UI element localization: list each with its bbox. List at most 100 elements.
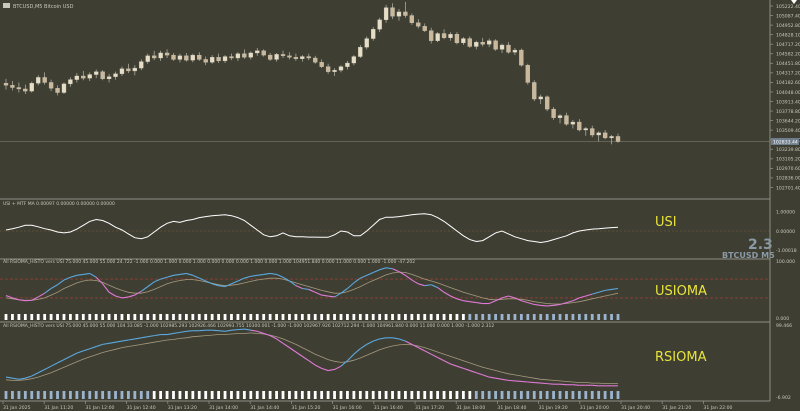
rsioma-histo-bar — [423, 391, 427, 399]
usi-tick-label: -1.00018 — [776, 248, 797, 254]
candle — [61, 82, 67, 94]
candle-body — [106, 76, 112, 80]
usioma-histo-bar — [30, 314, 34, 320]
rsioma-histo-bar — [545, 391, 549, 399]
usioma-histo-bar — [11, 314, 14, 320]
rsioma-histo-bar — [191, 391, 195, 399]
usioma-histo-bar — [75, 314, 79, 320]
candle-body — [10, 85, 15, 88]
usioma-histo-bar — [468, 314, 472, 320]
price-tick-label: 103509.40 — [776, 128, 800, 134]
candle — [544, 95, 550, 112]
rsioma-histo-bar — [49, 391, 53, 399]
time-tick-label: 31 Jan 11:20 — [44, 405, 73, 411]
rsioma-line-segment — [508, 379, 515, 382]
time-tick-label: 31 Jan 20:00 — [580, 405, 609, 411]
candle-body — [564, 115, 569, 125]
candle-body — [435, 33, 440, 41]
rsioma-histo-bar — [384, 391, 388, 399]
candle-body — [313, 57, 318, 63]
trading-chart[interactable]: BTCUSD,M5 Bitcoin USD 105222.40 105087.40… — [0, 0, 800, 411]
usioma-histo-bar — [69, 314, 72, 320]
rsioma-histo-bar — [616, 391, 620, 399]
usioma-histo-bar — [397, 314, 401, 320]
candle-body — [139, 61, 144, 69]
candle-body — [36, 77, 41, 84]
usioma-histo-bar — [114, 314, 117, 320]
rsioma-histo-bar — [62, 391, 66, 399]
rsioma-histo-bar — [584, 391, 588, 399]
rsioma-histo-bar — [339, 391, 343, 399]
price-tick-label: 103778.80 — [776, 109, 800, 115]
candle-body — [81, 75, 86, 79]
rsioma-histo-bar — [230, 391, 233, 399]
usioma-histo-bar — [391, 314, 394, 320]
rsioma-histo-bar — [577, 391, 581, 399]
price-tick-label: 102970.60 — [776, 166, 800, 172]
candle-body — [557, 115, 563, 118]
rsioma-histo-bar — [346, 391, 349, 399]
rsioma-histo-bar — [552, 391, 555, 399]
symbol-line: BTCUSD,M5 Bitcoin USD — [13, 4, 74, 10]
candle-body — [261, 50, 266, 56]
candle-body — [87, 74, 92, 79]
usioma-histo-bar — [558, 314, 562, 320]
usioma-histo-bar — [436, 314, 440, 320]
usioma-histo-bar — [23, 314, 27, 320]
candle-body — [132, 67, 137, 72]
candle-body — [61, 83, 67, 93]
candle-body — [94, 71, 99, 75]
candle-body — [325, 66, 331, 72]
time-tick-label: 31 Jan 19:20 — [539, 405, 568, 411]
rsioma-line-segment — [218, 330, 226, 332]
rsioma-histo-bar — [416, 391, 420, 399]
usioma-histo-bar — [210, 314, 214, 320]
candle-body — [274, 54, 279, 60]
usioma-histo-bar — [146, 314, 150, 320]
usioma-histo-bar — [410, 314, 414, 320]
rsioma-histo-bar — [352, 391, 356, 399]
price-tick-label: 104828.10 — [776, 32, 800, 38]
candle-body — [602, 132, 608, 139]
candle-body — [184, 55, 189, 61]
rsioma-histo-bar — [410, 391, 414, 399]
usioma-tick-label: 0.000 — [776, 316, 789, 322]
time-tick-label: 31 Jan 16:00 — [333, 405, 362, 411]
usioma-histo-bar — [17, 314, 21, 320]
candle-body — [319, 62, 324, 67]
rsioma-histo-bar — [107, 391, 111, 399]
usioma-histo-bar — [313, 314, 317, 320]
candle-body — [487, 40, 492, 45]
rsioma-histo-bar — [94, 391, 98, 399]
candle-body — [48, 82, 54, 89]
rsioma-histo-bar — [197, 391, 201, 399]
rsioma-line-segment — [592, 384, 599, 387]
usioma-histo-bar — [172, 314, 175, 320]
rsioma-histo-bar — [468, 391, 472, 399]
usioma-histo-bar — [384, 314, 388, 320]
rsioma-histo-bar — [36, 391, 40, 399]
usioma-histo-bar — [584, 314, 588, 320]
flag-icon — [3, 3, 10, 8]
rsioma-histo-bar — [526, 391, 530, 399]
usioma-histo-bar — [62, 314, 66, 320]
usioma-histo-bar — [590, 314, 594, 320]
candle-body — [248, 52, 253, 58]
usioma-histo-bar — [507, 314, 510, 320]
candle-body — [119, 68, 125, 74]
usioma-histo-bar — [577, 314, 581, 320]
rsioma-histo-bar — [69, 391, 72, 399]
candle-body — [293, 57, 299, 59]
candle-body — [267, 54, 273, 60]
candle-body — [164, 52, 170, 56]
time-tick-label: 31 Jan 15:20 — [291, 405, 320, 411]
usioma-histo-bar — [565, 314, 568, 320]
rsioma-histo-bar — [75, 391, 79, 399]
usioma-histo-bar — [519, 314, 523, 320]
candle-body — [441, 33, 447, 38]
usioma-histo-bar — [268, 314, 272, 320]
time-tick-label: 31 Jan 14:00 — [209, 405, 238, 411]
price-tick-label: 103913.40 — [776, 99, 800, 105]
rsioma-histo-bar — [133, 391, 137, 399]
price-tick-label: 103239.80 — [776, 147, 800, 153]
